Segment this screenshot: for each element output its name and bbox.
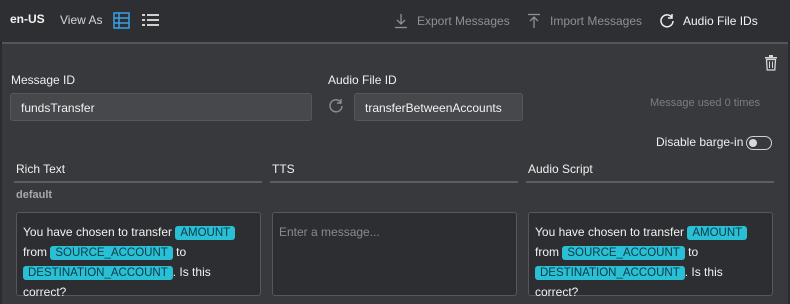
audio-script-segment: from: [535, 245, 559, 259]
rich-text-segment: You have chosen to transfer: [23, 225, 172, 239]
view-as-label: View As: [60, 13, 103, 27]
audio-file-id-field[interactable]: transferBetweenAccounts: [354, 93, 523, 121]
barge-in-label: Disable barge-in: [656, 135, 744, 149]
column-header-rich-text: Rich Text: [16, 162, 66, 176]
message-id-label: Message ID: [11, 73, 76, 87]
message-editor-panel: Message ID fundsTransfer Audio File ID t…: [2, 42, 788, 304]
export-messages-label: Export Messages: [417, 14, 510, 28]
message-id-field[interactable]: fundsTransfer: [10, 93, 312, 121]
column-header-tts: TTS: [272, 162, 295, 176]
usage-count-text: Message used 0 times: [650, 97, 761, 109]
variable-tag-amount[interactable]: AMOUNT: [175, 226, 236, 240]
default-label: default: [16, 189, 53, 201]
variable-tag-amount[interactable]: AMOUNT: [687, 226, 748, 240]
rich-text-segment: from: [23, 245, 47, 259]
locale-label[interactable]: en-US: [10, 12, 45, 26]
rich-text-editor[interactable]: You have chosen to transfer AMOUNT from …: [16, 212, 261, 299]
column-header-audio-script: Audio Script: [528, 162, 593, 176]
rich-text-segment: to: [176, 245, 187, 259]
variable-tag-source-account[interactable]: SOURCE_ACCOUNT: [562, 246, 685, 260]
import-messages-label: Import Messages: [550, 14, 643, 28]
column-divider-audio-script: [526, 181, 774, 183]
barge-in-toggle[interactable]: [746, 136, 772, 150]
grid-view-icon[interactable]: [113, 12, 130, 34]
import-messages-button[interactable]: Import Messages: [526, 10, 642, 32]
column-divider-tts: [270, 181, 518, 183]
top-toolbar: en-US View As Export Messages Import Mes…: [0, 0, 790, 43]
column-divider-rich-text: [14, 181, 262, 183]
audio-file-id-label: Audio File ID: [328, 73, 397, 87]
audio-script-segment: You have chosen to transfer: [535, 225, 684, 239]
audio-file-ids-button[interactable]: Audio File IDs: [659, 10, 758, 32]
upload-icon: [528, 13, 540, 28]
export-messages-button[interactable]: Export Messages: [393, 10, 510, 32]
trash-icon[interactable]: [764, 55, 778, 76]
download-icon: [395, 14, 407, 29]
refresh-icon: [660, 14, 674, 28]
tts-placeholder: Enter a message...: [279, 225, 380, 239]
audio-script-segment: to: [688, 245, 699, 259]
tts-editor[interactable]: Enter a message...: [272, 212, 517, 296]
list-view-icon[interactable]: [142, 13, 159, 33]
audio-script-editor[interactable]: You have chosen to transfer AMOUNT from …: [528, 212, 773, 299]
toggle-knob: [749, 138, 757, 147]
audio-file-ids-label: Audio File IDs: [683, 14, 758, 28]
refresh-audio-id-icon[interactable]: [328, 98, 344, 119]
variable-tag-destination-account[interactable]: DESTINATION_ACCOUNT: [535, 266, 685, 280]
variable-tag-source-account[interactable]: SOURCE_ACCOUNT: [50, 246, 173, 260]
variable-tag-destination-account[interactable]: DESTINATION_ACCOUNT: [23, 266, 173, 280]
